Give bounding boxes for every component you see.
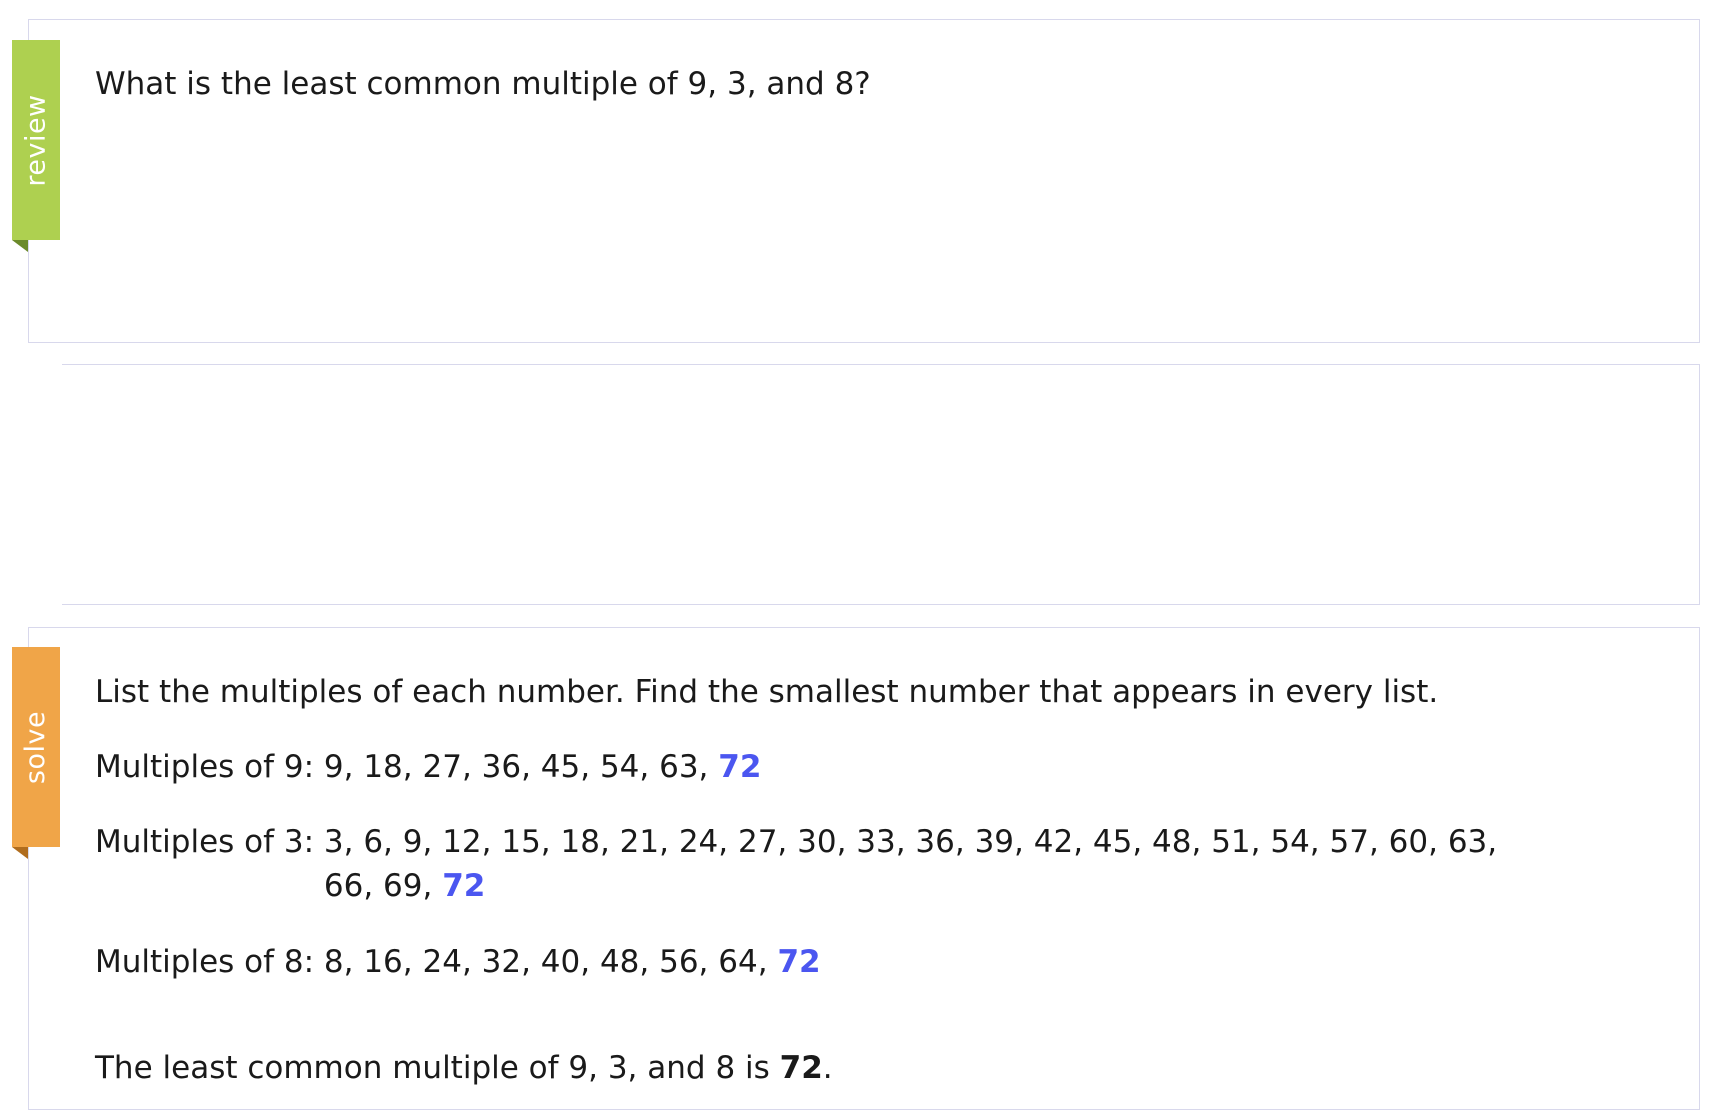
conclusion-answer: 72 [779, 1050, 823, 1086]
multiples-values: 3, 6, 9, 12, 15, 18, 21, 24, 27, 30, 33,… [323, 824, 1498, 860]
solve-ribbon: solve [12, 647, 60, 859]
solve-ribbon-label: solve [20, 710, 52, 784]
solve-ribbon-band: solve [12, 647, 60, 847]
multiples-label: Multiples of 9: [95, 749, 315, 785]
common-multiple-highlight: 72 [777, 944, 821, 980]
multiples-values-continued: 66, 69, [323, 868, 433, 904]
solve-ribbon-fold [12, 847, 28, 859]
conclusion-suffix: . [822, 1050, 833, 1086]
multiples-label: Multiples of 3: [95, 824, 315, 860]
conclusion-prefix: The least common multiple of 9, 3, and 8… [95, 1050, 770, 1086]
conclusion-text: The least common multiple of 9, 3, and 8… [95, 1046, 833, 1090]
multiples-values: 9, 18, 27, 36, 45, 54, 63, [323, 749, 709, 785]
multiples-row-3: Multiples of 3: 3, 6, 9, 12, 15, 18, 21,… [95, 820, 1497, 908]
common-multiple-highlight: 72 [718, 749, 762, 785]
review-ribbon: review [12, 40, 60, 252]
common-multiple-highlight: 72 [442, 868, 486, 904]
multiples-label: Multiples of 8: [95, 944, 315, 980]
review-ribbon-label: review [20, 93, 52, 187]
solve-instruction: List the multiples of each number. Find … [95, 674, 1439, 710]
multiples-row-8: Multiples of 8: 8, 16, 24, 32, 40, 48, 5… [95, 940, 821, 984]
review-ribbon-fold [12, 240, 28, 252]
blank-card [62, 364, 1700, 605]
review-ribbon-band: review [12, 40, 60, 240]
multiples-values: 8, 16, 24, 32, 40, 48, 56, 64, [323, 944, 768, 980]
multiples-row-9: Multiples of 9: 9, 18, 27, 36, 45, 54, 6… [95, 745, 761, 789]
multiples-values-block: 3, 6, 9, 12, 15, 18, 21, 24, 27, 30, 33,… [324, 820, 1497, 908]
question-text: What is the least common multiple of 9, … [95, 66, 871, 102]
